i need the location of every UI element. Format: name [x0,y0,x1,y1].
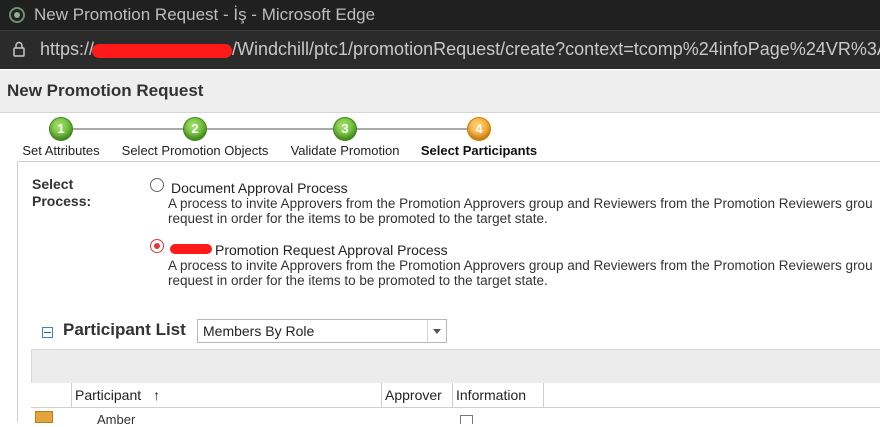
sort-ascending-icon[interactable]: ↑ [153,387,160,403]
step-4-label: Select Participants [420,143,538,158]
column-header-information[interactable]: Information [453,383,544,407]
participants-panel: Select Process: Document Approval Proces… [17,161,880,427]
address-bar[interactable]: https:// /Windchill/ptc1/promotionReques… [0,30,880,69]
participant-view-dropdown[interactable]: Members By Role [197,319,447,343]
participant-list-title: Participant List [63,320,186,339]
step-3-label: Validate Promotion [290,143,400,158]
wizard-step-4[interactable]: 4 Select Participants [417,113,541,158]
redaction-mark [92,44,232,58]
url-text[interactable]: https:// /Windchill/ptc1/promotionReques… [40,39,880,60]
wizard-step-1[interactable]: 1 Set Attributes [19,113,103,158]
radio-promotion-request-approval[interactable] [150,239,164,253]
radio-document-approval[interactable] [150,178,164,192]
option-promotion-request-desc-2: request in order for the items to be pro… [168,273,548,288]
table-header: Participant ↑ Approver Information [31,383,880,408]
column-information-label: Information [456,387,527,403]
option-document-approval-name[interactable]: Document Approval Process [171,180,348,196]
collapse-icon[interactable] [42,327,53,338]
lock-icon[interactable] [10,40,28,58]
option-document-approval-desc-1: A process to invite Approvers from the P… [168,196,873,211]
select-process-label: Select Process: [32,176,91,210]
wizard-steps: 1 Set Attributes 2 Select Promotion Obje… [0,113,880,158]
chevron-down-icon[interactable] [427,320,446,342]
step-2-label: Select Promotion Objects [121,143,269,158]
column-header-approver[interactable]: Approver [382,383,453,407]
column-header-select[interactable] [31,383,72,407]
table-toolbar [31,349,880,384]
browser-titlebar: New Promotion Request - İş - Microsoft E… [0,0,880,30]
page-title: New Promotion Request [7,81,204,100]
participant-view-value: Members By Role [203,323,315,339]
column-approver-label: Approver [385,387,442,403]
column-participant-label: Participant [75,387,142,403]
step-4-circle: 4 [467,117,491,141]
page-header: New Promotion Request [0,70,880,113]
step-1-circle: 1 [49,117,73,141]
app-icon [9,7,25,23]
wizard-step-2[interactable]: 2 Select Promotion Objects [116,113,274,158]
option-promotion-request-desc-1: A process to invite Approvers from the P… [168,258,873,273]
step-1-label: Set Attributes [22,143,100,158]
step-3-circle: 3 [333,117,357,141]
option-document-approval-desc-2: request in order for the items to be pro… [168,211,548,226]
url-path: /Windchill/ptc1/promotionRequest/create?… [232,39,880,59]
url-prefix: https:// [40,39,95,59]
step-2-circle: 2 [183,117,207,141]
select-process-text: Select Process: [32,176,92,209]
role-icon [35,411,53,423]
column-header-participant[interactable]: Participant ↑ [72,383,382,407]
redaction-mark-2 [170,244,212,254]
option-promotion-request-name[interactable]: Promotion Request Approval Process [215,242,448,258]
wizard-step-3[interactable]: 3 Validate Promotion [286,113,404,158]
window-title: New Promotion Request - İş - Microsoft E… [34,5,376,24]
